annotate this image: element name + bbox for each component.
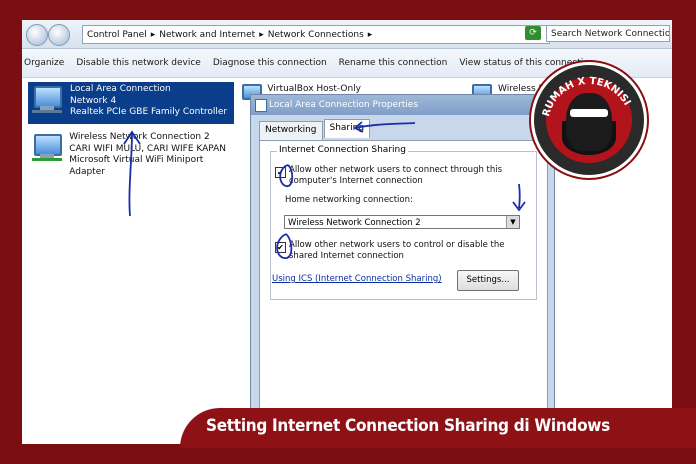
svg-text:RUMAH X TEKNISI: RUMAH X TEKNISI (541, 76, 632, 118)
properties-dialog: Local Area Connection Properties Network… (250, 94, 555, 444)
refresh-icon[interactable]: ⟳ (525, 26, 541, 40)
rumah-teknisi-logo: RUMAH X TEKNISI (531, 62, 647, 178)
search-input[interactable]: Search Network Connections (546, 25, 670, 42)
home-network-value: Wireless Network Connection 2 (288, 218, 421, 228)
forward-button[interactable] (48, 24, 70, 46)
connection-network: CARI WIFI MULU, CARI WIFE KAPAN (69, 143, 227, 154)
diagnose-button[interactable]: Diagnose this connection (213, 58, 327, 68)
connection-network: Network 4 (70, 95, 117, 106)
network-adapter-icon (30, 84, 64, 116)
dialog-title: Local Area Connection Properties (269, 100, 419, 110)
address-bar: Control Panel ▸ Network and Internet ▸ N… (22, 20, 672, 49)
group-label: Internet Connection Sharing (277, 145, 408, 155)
allow-control-checkbox[interactable]: ✔ (275, 242, 286, 253)
breadcrumb-item-control-panel[interactable]: Control Panel (87, 30, 147, 40)
list-item-local-area-connection[interactable]: Local Area Connection Network 4 Realtek … (28, 82, 234, 124)
connection-name: Wireless Network Connection 2 (69, 132, 210, 142)
chevron-right-icon: ▸ (150, 29, 156, 40)
chevron-right-icon: ▸ (367, 29, 373, 40)
list-item-wireless-connection[interactable]: Wireless Network Connection 2 CARI WIFI … (28, 130, 238, 177)
allow-connect-label: Allow other network users to connect thr… (289, 165, 503, 186)
banner-caption: Setting Internet Connection Sharing di W… (206, 416, 610, 436)
back-button[interactable] (26, 24, 48, 46)
caption-banner: Setting Internet Connection Sharing di W… (180, 408, 696, 448)
rename-button[interactable]: Rename this connection (339, 58, 448, 68)
settings-button[interactable]: Settings... (457, 270, 519, 291)
connection-name: Local Area Connection (70, 84, 171, 94)
dialog-tabs: Networking Sharing (259, 119, 371, 140)
home-network-label: Home networking connection: (285, 195, 413, 205)
allow-control-label: Allow other network users to control or … (289, 240, 505, 261)
network-icon (255, 99, 267, 112)
allow-connect-checkbox[interactable]: ✔ (275, 167, 286, 178)
ics-groupbox: Internet Connection Sharing ✔ Allow othe… (270, 145, 537, 300)
breadcrumb-item-network-internet[interactable]: Network and Internet (159, 30, 255, 40)
disable-device-button[interactable]: Disable this network device (76, 58, 201, 68)
breadcrumb-item-network-connections[interactable]: Network Connections (268, 30, 364, 40)
tab-sharing[interactable]: Sharing (323, 119, 371, 138)
connection-adapter: Microsoft Virtual WiFi Miniport Adapter (69, 155, 204, 177)
home-network-select[interactable]: Wireless Network Connection 2 ▼ (284, 215, 520, 229)
logo-ring-text: RUMAH X TEKNISI (541, 76, 632, 118)
connection-adapter: Realtek PCIe GBE Family Controller (70, 107, 228, 117)
sharing-panel: Internet Connection Sharing ✔ Allow othe… (259, 140, 548, 442)
dialog-titlebar[interactable]: Local Area Connection Properties (251, 95, 554, 115)
ics-help-link[interactable]: Using ICS (Internet Connection Sharing) (272, 274, 442, 284)
wireless-adapter-icon (30, 132, 63, 164)
breadcrumb[interactable]: Control Panel ▸ Network and Internet ▸ N… (82, 25, 550, 44)
chevron-down-icon[interactable]: ▼ (506, 216, 519, 228)
tab-networking[interactable]: Networking (259, 121, 323, 140)
chevron-right-icon: ▸ (259, 29, 264, 40)
organize-button[interactable]: Organize (24, 58, 64, 68)
